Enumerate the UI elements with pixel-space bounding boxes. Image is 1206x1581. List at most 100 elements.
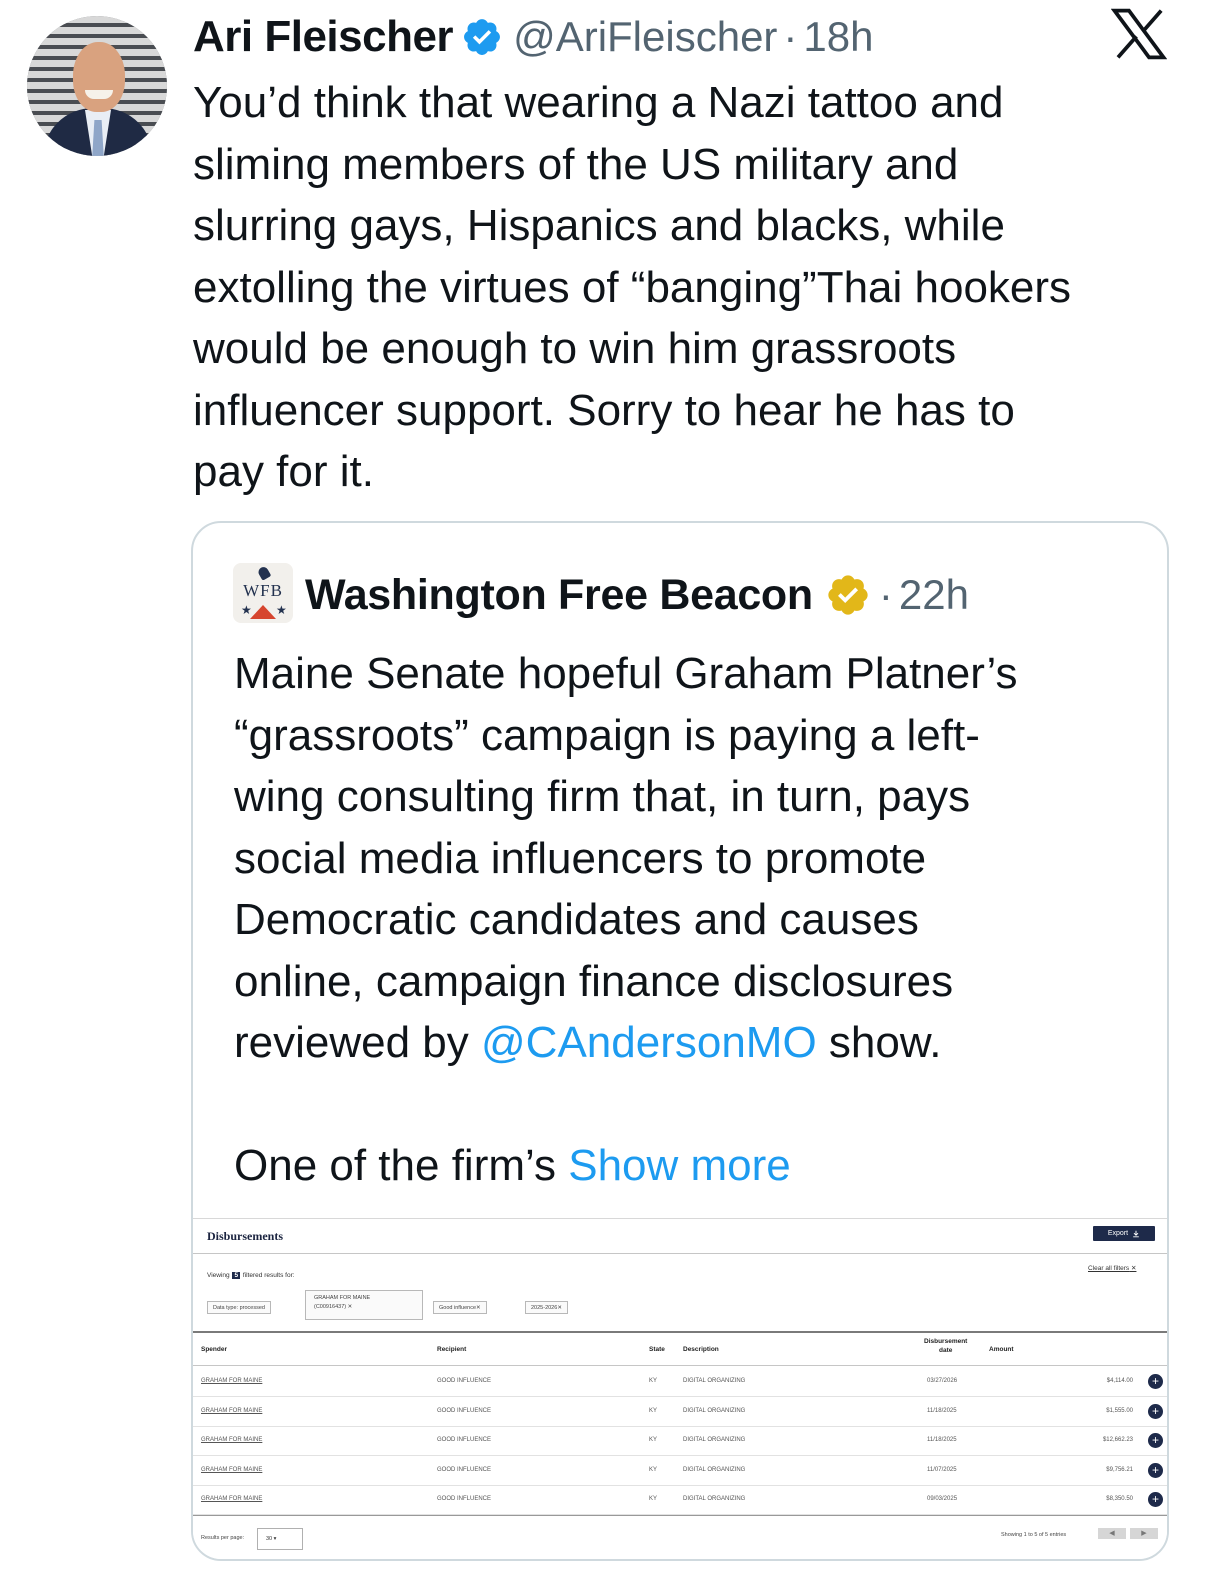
quoted-author-name[interactable]: Washington Free Beacon	[305, 571, 813, 620]
disbursements-title: Disbursements	[207, 1229, 284, 1243]
table-top-border	[193, 1331, 1167, 1333]
cell-amount: $4,114.00	[1106, 1378, 1133, 1384]
x-logo-icon	[1111, 8, 1167, 60]
results-per-page-value: 30	[266, 1536, 273, 1542]
showing-entries: Showing 1 to 5 of 5 entries	[1001, 1532, 1067, 1538]
cell-recipient: GOOD INFLUENCE	[437, 1407, 492, 1414]
table-row: GRAHAM FOR MAINE GOOD INFLUENCE KY DIGITAL …	[193, 1397, 1167, 1427]
export-label: Export	[1107, 1230, 1129, 1237]
cell-date: 11/07/2025	[927, 1466, 957, 1473]
cell-date: 03/27/2026	[927, 1378, 958, 1384]
cell-amount: $1,555.00	[1106, 1407, 1133, 1414]
filter-chip-label: (C00916437)	[314, 1304, 347, 1310]
tweet-text-line: influencer support. Sorry to hear he has…	[193, 385, 1015, 435]
table-bottom-border	[193, 1515, 1167, 1516]
cell-spender: GRAHAM FOR MAINE	[201, 1437, 263, 1444]
separator-dot: ·	[783, 13, 798, 60]
download-icon	[1133, 1230, 1139, 1237]
cell-state: KY	[649, 1496, 658, 1503]
viewing-count: 5	[232, 1272, 241, 1279]
table-row: GRAHAM FOR MAINE GOOD INFLUENCE KY DIGITAL …	[193, 1367, 1167, 1397]
text-fragment: reviewed by	[234, 1018, 482, 1067]
filter-chip-label: GRAHAM FOR MAINE	[314, 1295, 371, 1301]
quoted-text-line: Maine Senate hopeful Graham Platner’s	[234, 649, 1018, 698]
plus-circle-icon: +	[1148, 1403, 1163, 1419]
quoted-tweet-card[interactable]: WFB ★ ★ Washington Free Beacon · 22h Mai…	[191, 521, 1169, 1561]
star-icon: ★	[276, 603, 287, 617]
quoted-text-line: wing consulting firm that, in turn, pays	[234, 772, 971, 821]
cell-state: KY	[649, 1466, 658, 1473]
cell-state: KY	[649, 1407, 658, 1414]
author-avatar[interactable]	[27, 16, 167, 156]
quoted-text-line-mention: reviewed by @CAndersonMO show.	[234, 1012, 1154, 1074]
cell-description: DIGITAL ORGANIZING	[683, 1496, 746, 1503]
cell-state: KY	[649, 1378, 658, 1384]
viewing-suffix: filtered results for:	[242, 1272, 295, 1279]
plus-circle-icon: +	[1148, 1492, 1163, 1508]
cell-amount: $12,662.23	[1102, 1437, 1133, 1444]
column-header-spender: Spender	[201, 1346, 228, 1353]
quoted-text-line: social media influencers to promote	[234, 833, 927, 883]
filter-chip-label: Good influence	[439, 1304, 476, 1311]
tweet-text-line: sliming members of the US military and	[193, 139, 959, 189]
cell-amount: $8,350.50	[1106, 1496, 1133, 1503]
text-fragment: show.	[816, 1018, 942, 1067]
export-button: Export	[1093, 1226, 1155, 1241]
tweet-header: Ari Fleischer @AriFleischer · 18h	[193, 12, 874, 62]
triangle-icon	[250, 605, 276, 619]
column-header-date: Disbursement date	[924, 1337, 967, 1355]
quoted-text-line: online, campaign finance disclosures	[234, 956, 954, 1006]
quoted-text-line: “grassroots” campaign is paying a left-	[234, 710, 980, 760]
cell-recipient: GOOD INFLUENCE	[437, 1466, 492, 1473]
wfb-logo[interactable]: WFB ★ ★	[233, 563, 293, 623]
attached-image-disbursements[interactable]: Disbursements Export Viewing 5 filtered …	[193, 1218, 1167, 1559]
column-header-description: Description	[683, 1346, 719, 1353]
header-divider	[193, 1365, 1167, 1366]
cell-recipient: GOOD INFLUENCE	[437, 1437, 492, 1444]
cell-description: DIGITAL ORGANIZING	[683, 1378, 746, 1384]
quoted-header: Washington Free Beacon · 22h	[305, 569, 969, 621]
cell-description: DIGITAL ORGANIZING	[683, 1437, 746, 1444]
quoted-text: Maine Senate hopeful Graham Platner’s “g…	[234, 643, 1154, 1197]
mention-link[interactable]: @CAndersonMO	[481, 1018, 817, 1067]
show-more-link[interactable]: Show more	[568, 1141, 791, 1190]
viewing-prefix: Viewing	[207, 1272, 230, 1279]
clear-filters-label: Clear all filters	[1088, 1265, 1130, 1272]
bell-icon	[256, 565, 272, 581]
cell-spender: GRAHAM FOR MAINE	[201, 1378, 263, 1384]
gold-verified-badge-icon	[828, 575, 868, 615]
filter-chip-data-type: Data type: processed	[207, 1301, 271, 1314]
table-row: GRAHAM FOR MAINE GOOD INFLUENCE KY DIGITAL …	[193, 1456, 1167, 1486]
table-row: GRAHAM FOR MAINE GOOD INFLUENCE KY DIGITAL …	[193, 1426, 1167, 1457]
author-handle[interactable]: @AriFleischer	[513, 13, 777, 61]
cell-spender: GRAHAM FOR MAINE	[201, 1466, 263, 1473]
author-name[interactable]: Ari Fleischer	[193, 12, 454, 62]
tweet-text-line: slurring gays, Hispanics and blacks, whi…	[193, 201, 1005, 250]
column-header-recipient: Recipient	[437, 1346, 467, 1353]
column-header-date-line: Disbursement	[924, 1338, 968, 1345]
quoted-time[interactable]: 22h	[899, 571, 969, 619]
paragraph-break	[234, 1074, 1154, 1136]
quoted-text-line: Democratic candidates and causes	[234, 895, 919, 944]
text-fragment: One of the firm’s	[234, 1141, 569, 1190]
filter-chip-label: 2025-2026	[531, 1304, 558, 1311]
prev-page-icon: ◀	[1098, 1528, 1126, 1539]
cell-description: DIGITAL ORGANIZING	[683, 1466, 746, 1473]
tweet-text-line: would be enough to win him grassroots	[193, 324, 957, 373]
next-page-icon: ▶	[1130, 1528, 1158, 1539]
wfb-logo-text: WFB	[243, 581, 283, 600]
clear-filters-link: Clear all filters ✕	[1088, 1265, 1137, 1272]
cell-recipient: GOOD INFLUENCE	[437, 1496, 492, 1503]
filter-chip-committee: GRAHAM FOR MAINE (C00916437) ✕	[305, 1290, 423, 1320]
filter-chip-period: 2025-2026 ✕	[525, 1301, 568, 1314]
results-per-page-label: Results per page:	[201, 1535, 245, 1541]
plus-circle-icon: +	[1148, 1433, 1163, 1449]
viewing-summary: Viewing 5 filtered results for:	[207, 1272, 295, 1279]
cell-date: 11/18/2025	[927, 1407, 957, 1414]
tweet-time[interactable]: 18h	[803, 13, 873, 61]
avatar-head	[73, 42, 125, 112]
cell-spender: GRAHAM FOR MAINE	[201, 1496, 263, 1503]
tweet-text-line: You’d think that wearing a Nazi tattoo a…	[193, 78, 1004, 127]
cell-state: KY	[649, 1437, 658, 1444]
tweet-text-line: pay for it.	[193, 447, 374, 496]
